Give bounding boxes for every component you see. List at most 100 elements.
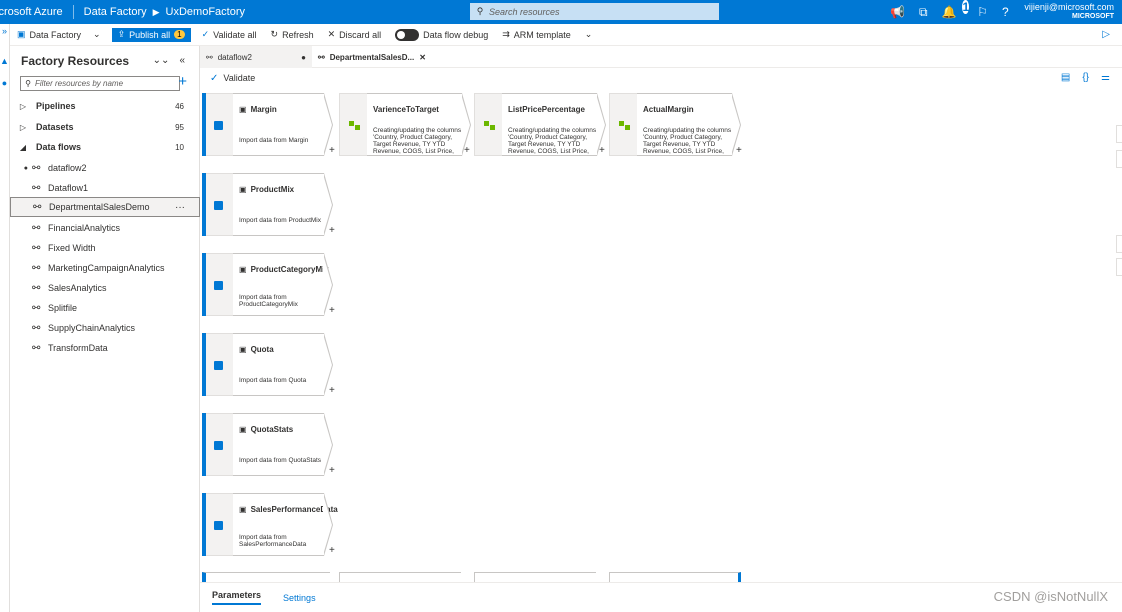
- publish-all-button[interactable]: ⇪ Publish all 1: [111, 27, 191, 42]
- breadcrumb-factory-name[interactable]: UxDemoFactory: [166, 6, 245, 18]
- dataflow-item[interactable]: ⚯ Fixed Width: [10, 238, 200, 258]
- dataflow-item[interactable]: ● ⚯ dataflow2: [10, 158, 200, 178]
- add-resource-icon[interactable]: +: [178, 73, 187, 90]
- add-transform-icon[interactable]: +: [329, 545, 335, 556]
- canvas-fit-control[interactable]: [1116, 235, 1122, 253]
- add-transform-icon[interactable]: +: [329, 305, 335, 316]
- source-node-salesperformance[interactable]: ▣ SalesPerformanceData Import data from S…: [202, 493, 338, 556]
- data-factory-selector[interactable]: ▣ Data Factory ⌄: [10, 24, 108, 46]
- add-transform-icon[interactable]: +: [329, 385, 335, 396]
- validate-all-label: Validate all: [213, 29, 257, 40]
- dataset-icon: ▣: [239, 345, 247, 354]
- directory-icon[interactable]: ⧉: [919, 5, 928, 20]
- category-label: Data flows: [36, 142, 82, 152]
- play-icon[interactable]: ▷: [1102, 29, 1110, 40]
- author-icon[interactable]: ▲: [0, 56, 9, 66]
- add-transform-icon[interactable]: +: [329, 145, 335, 156]
- partial-node: [339, 572, 461, 582]
- discard-all-button[interactable]: ✕ Discard all: [321, 24, 389, 46]
- canvas-toolbar: ✓ Validate ▤ {} ⚌: [200, 68, 1122, 88]
- node-title: ProductMix: [250, 185, 295, 194]
- node-title: ActualMargin: [643, 105, 694, 114]
- monitor-icon[interactable]: ●: [0, 78, 9, 88]
- expand-arrow-icon: ▷: [19, 122, 27, 132]
- category-data-flows[interactable]: ◢ Data flows 10: [10, 137, 200, 157]
- publish-label: Publish all: [129, 29, 171, 40]
- derive-node-listprice[interactable]: ListPricePercentage Creating/updating th…: [474, 93, 606, 156]
- refresh-button[interactable]: ↻ Refresh: [264, 24, 321, 46]
- category-datasets[interactable]: ▷ Datasets 95: [10, 117, 200, 137]
- dataflow-label: Dataflow1: [48, 183, 89, 193]
- code-icon[interactable]: {}: [1082, 72, 1089, 83]
- add-transform-icon[interactable]: +: [329, 465, 335, 476]
- add-transform-icon[interactable]: +: [464, 145, 470, 156]
- dataflow-item[interactable]: ⚯ SalesAnalytics: [10, 278, 200, 298]
- source-node-quota[interactable]: ▣ Quota Import data from Quota +: [202, 333, 337, 396]
- product-name[interactable]: icrosoft Azure: [0, 5, 74, 19]
- category-pipelines[interactable]: ▷ Pipelines 46: [10, 96, 200, 116]
- more-options-icon[interactable]: ···: [175, 202, 185, 213]
- dataflow-icon: ⚯: [32, 302, 41, 314]
- help-icon[interactable]: ?: [1002, 5, 1009, 19]
- script-icon[interactable]: ▤: [1061, 72, 1070, 83]
- tab-settings[interactable]: Settings: [283, 593, 316, 603]
- close-icon[interactable]: ✕: [419, 53, 426, 62]
- dataflow-label: SalesAnalytics: [48, 283, 107, 293]
- chevron-down-icon: ⌄: [93, 29, 101, 39]
- feedback-icon[interactable]: ⚐: [977, 5, 988, 19]
- tab-dataflow2[interactable]: ⚯ dataflow2 ●: [200, 46, 312, 68]
- data-flow-debug-toggle[interactable]: Data flow debug: [388, 24, 495, 46]
- user-account[interactable]: vijienji@microsoft.com MICROSOFT: [1024, 2, 1114, 22]
- node-description: Creating/updating the columns 'Country, …: [373, 127, 462, 155]
- add-transform-icon[interactable]: +: [599, 145, 605, 156]
- dataflow-item[interactable]: ⚯ Splitfile: [10, 298, 200, 318]
- unsaved-dot-icon[interactable]: ●: [301, 53, 306, 62]
- canvas-zoom-control[interactable]: [1116, 125, 1122, 143]
- source-node-productmix[interactable]: ▣ ProductMix Import data from ProductMix …: [202, 173, 337, 236]
- megaphone-icon[interactable]: 📢: [890, 5, 905, 19]
- user-email: vijienji@microsoft.com: [1024, 2, 1114, 12]
- canvas-zoom-control[interactable]: [1116, 150, 1122, 168]
- properties-icon[interactable]: ⚌: [1101, 72, 1110, 83]
- derive-node-varience[interactable]: VarienceToTarget Creating/updating the c…: [339, 93, 471, 156]
- topbar-icons: 📢 ⧉ 🔔 1 ⚐ ?: [890, 0, 1009, 24]
- source-node-quotastats[interactable]: ▣ QuotaStats Import data from QuotaStats …: [202, 413, 337, 476]
- dataflow-icon: ⚯: [32, 182, 41, 194]
- source-node-margin[interactable]: ▣ Margin Import data from Margin +: [202, 93, 337, 156]
- source-icon: [214, 281, 223, 290]
- tab-departmental-sales[interactable]: ⚯ DepartmentalSalesD... ✕: [312, 46, 432, 68]
- tab-parameters[interactable]: Parameters: [212, 590, 262, 605]
- notification-bell-icon[interactable]: 🔔 1: [942, 0, 970, 19]
- dataflow-item[interactable]: ⚯ TransformData: [10, 338, 200, 358]
- dataflow-label: Fixed Width: [48, 243, 96, 253]
- dataflow-icon: ⚯: [32, 342, 41, 354]
- refresh-icon: ↻: [270, 29, 279, 39]
- search-input[interactable]: ⚲ Search resources: [470, 3, 719, 20]
- add-transform-icon[interactable]: +: [329, 225, 335, 236]
- user-org: MICROSOFT: [1072, 13, 1114, 20]
- dataflow-item[interactable]: ⚯ FinancialAnalytics: [10, 218, 200, 238]
- node-title: Margin: [250, 105, 277, 114]
- validate-button[interactable]: ✓ Validate: [210, 73, 255, 84]
- watermark: CSDN @isNotNullX: [993, 589, 1108, 604]
- source-node-productcategorymix[interactable]: ▣ ProductCategoryMix Import data from Pro…: [202, 253, 337, 316]
- collapse-all-icon[interactable]: ⌄⌄: [153, 55, 170, 66]
- dataflow-item[interactable]: ⚯ MarketingCampaignAnalytics: [10, 258, 200, 278]
- add-transform-icon[interactable]: +: [736, 145, 742, 156]
- node-title: Quota: [250, 345, 274, 354]
- discard-label: Discard all: [339, 29, 382, 40]
- publish-count-badge: 1: [174, 30, 185, 39]
- validate-all-button[interactable]: ✓ Validate all: [195, 24, 264, 46]
- dataflow-item-selected[interactable]: ⚯ DepartmentalSalesDemo ···: [10, 197, 200, 217]
- dataset-icon: ▣: [239, 505, 247, 514]
- canvas-fit-control[interactable]: [1116, 258, 1122, 276]
- filter-input[interactable]: ⚲ Filter resources by name: [20, 76, 180, 91]
- debug-toggle-switch[interactable]: [395, 28, 420, 41]
- derive-node-actualmargin[interactable]: ActualMargin Creating/updating the colum…: [609, 93, 744, 156]
- dataflow-item[interactable]: ⚯ SupplyChainAnalytics: [10, 318, 200, 338]
- collapse-panel-icon[interactable]: «: [179, 55, 185, 66]
- expand-icon[interactable]: »: [0, 26, 9, 36]
- breadcrumb-data-factory[interactable]: Data Factory: [84, 6, 147, 18]
- dataflow-item[interactable]: ⚯ Dataflow1: [10, 178, 200, 198]
- arm-template-menu[interactable]: ⇉ ARM template ⌄: [495, 24, 599, 46]
